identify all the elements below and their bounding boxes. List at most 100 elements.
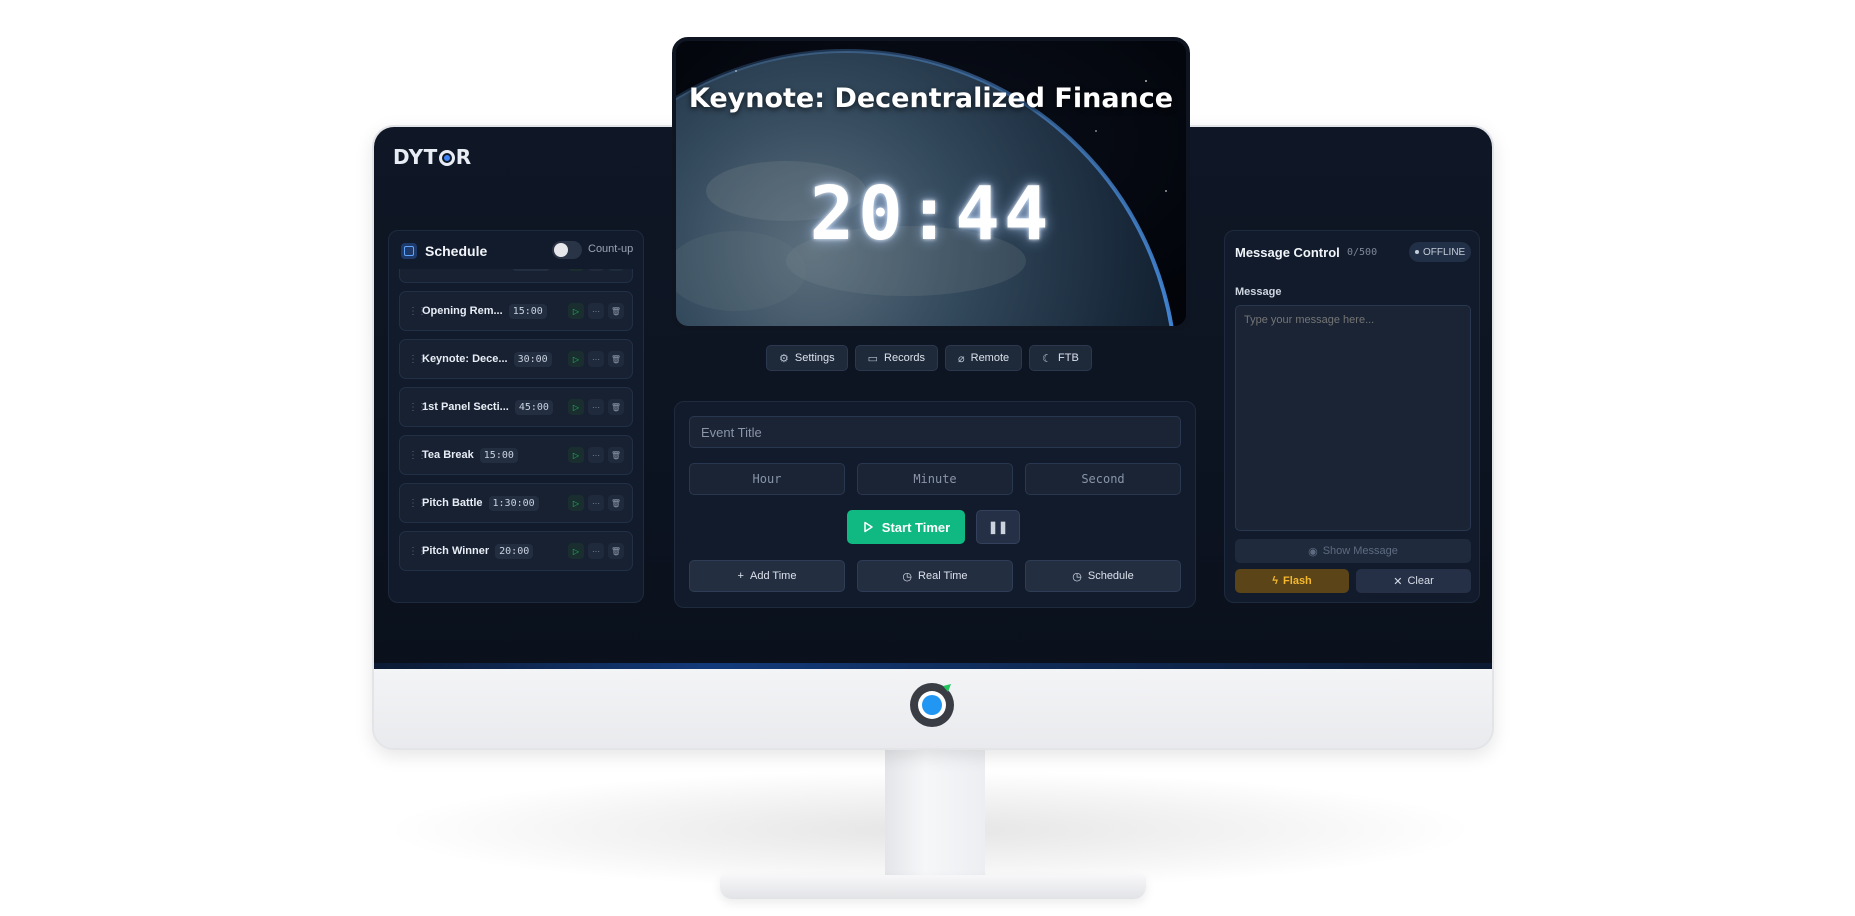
page: DYT R Schedule Count-up ⋮⋮Registration &… bbox=[0, 0, 1855, 916]
schedule-panel: Schedule Count-up ⋮⋮Registration &...15:… bbox=[388, 230, 644, 603]
preview-event-title: Keynote: Decentralized Finance bbox=[688, 83, 1174, 114]
schedule-item-actions: ▷···🗑 bbox=[568, 399, 624, 415]
schedule-item-actions: ▷···🗑 bbox=[568, 351, 624, 367]
schedule-item-name: 1st Panel Secti... bbox=[422, 401, 509, 413]
play-icon bbox=[864, 521, 873, 533]
schedule-item-name: Pitch Winner bbox=[422, 545, 490, 557]
schedule-item[interactable]: ⋮⋮Registration &...15:00▷···🗑 bbox=[399, 269, 633, 283]
schedule-item-actions: ▷···🗑 bbox=[568, 447, 624, 463]
schedule-item-actions: ▷···🗑 bbox=[568, 303, 624, 319]
pause-button[interactable]: ❚❚ bbox=[976, 510, 1020, 544]
trash-icon[interactable]: 🗑 bbox=[608, 495, 624, 511]
second-input[interactable]: Second bbox=[1025, 463, 1181, 495]
play-icon[interactable]: ▷ bbox=[568, 399, 584, 415]
more-icon[interactable]: ··· bbox=[588, 269, 604, 271]
brand-logo-icon bbox=[910, 683, 954, 727]
plus-icon: + bbox=[737, 570, 744, 582]
settings-button[interactable]: ⚙ Settings bbox=[766, 345, 848, 371]
minute-input[interactable]: Minute bbox=[857, 463, 1013, 495]
drag-handle-icon[interactable]: ⋮⋮ bbox=[408, 306, 427, 317]
remote-button[interactable]: ⌀ Remote bbox=[945, 345, 1023, 371]
drag-handle-icon[interactable]: ⋮⋮ bbox=[408, 354, 427, 365]
moon-icon: ☾ bbox=[1042, 352, 1053, 365]
play-icon[interactable]: ▷ bbox=[568, 303, 584, 319]
monitor-stand-neck bbox=[885, 748, 985, 888]
add-time-label: Add Time bbox=[749, 570, 797, 582]
records-button[interactable]: ▭ Records bbox=[854, 345, 938, 371]
trash-icon[interactable]: 🗑 bbox=[608, 447, 624, 463]
schedule-item[interactable]: ⋮⋮ Tea Break 15:00 ▷ ··· 🗑 bbox=[399, 435, 633, 475]
ftb-button[interactable]: ☾ FTB bbox=[1029, 345, 1092, 371]
show-message-label: Show Message bbox=[1322, 545, 1398, 557]
schedule-button[interactable]: ◷ Schedule bbox=[1025, 560, 1181, 592]
timer-preview: Keynote: Decentralized Finance 20:44 bbox=[672, 37, 1190, 330]
real-time-label: Real Time bbox=[918, 570, 968, 582]
add-time-button[interactable]: + Add Time bbox=[689, 560, 845, 592]
schedule-item[interactable]: ⋮⋮ Pitch Battle 1:30:00 ▷ ··· 🗑 bbox=[399, 483, 633, 523]
display-toolbar: ⚙ Settings ▭ Records ⌀ Remote ☾ FTB bbox=[766, 345, 1092, 371]
show-message-button[interactable]: ◉ Show Message bbox=[1235, 539, 1471, 563]
message-textarea[interactable] bbox=[1235, 305, 1471, 531]
brand-o-icon bbox=[438, 150, 455, 166]
event-title-input[interactable]: Event Title bbox=[689, 416, 1181, 448]
schedule-item-time: 15:00 bbox=[479, 447, 518, 463]
more-icon[interactable]: ··· bbox=[588, 303, 604, 319]
schedule-list[interactable]: ⋮⋮Registration &...15:00▷···🗑⋮⋮Opening R… bbox=[399, 269, 635, 599]
message-control-panel: Message Control 0/500 OFFLINE Message ◉ S… bbox=[1224, 230, 1480, 603]
more-icon[interactable]: ··· bbox=[588, 495, 604, 511]
start-timer-button[interactable]: Start Timer bbox=[847, 510, 965, 544]
trash-icon[interactable]: 🗑 bbox=[608, 269, 624, 271]
status-dot bbox=[1415, 250, 1419, 254]
toggle-knob bbox=[554, 243, 568, 257]
trash-icon[interactable]: 🗑 bbox=[608, 303, 624, 319]
trash-icon[interactable]: 🗑 bbox=[608, 399, 624, 415]
monitor-stand-foot bbox=[720, 875, 1146, 899]
clear-button[interactable]: ✕ Clear bbox=[1356, 569, 1471, 593]
more-icon[interactable]: ··· bbox=[588, 399, 604, 415]
more-icon[interactable]: ··· bbox=[588, 447, 604, 463]
drag-handle-icon[interactable]: ⋮⋮ bbox=[408, 546, 427, 557]
clock-icon: ◷ bbox=[1072, 570, 1082, 583]
schedule-item-actions: ▷···🗑 bbox=[568, 495, 624, 511]
schedule-item[interactable]: ⋮⋮ Opening Rem... 15:00 ▷ ··· 🗑 bbox=[399, 291, 633, 331]
count-up-label: Count-up bbox=[588, 243, 634, 255]
preview-clock: 20:44 bbox=[809, 171, 1053, 257]
schedule-item-time: 20:00 bbox=[495, 543, 534, 559]
calendar-icon bbox=[401, 243, 417, 259]
hour-input[interactable]: Hour bbox=[689, 463, 845, 495]
play-icon[interactable]: ▷ bbox=[568, 495, 584, 511]
schedule-item[interactable]: ⋮⋮ Pitch Winner 20:00 ▷ ··· 🗑 bbox=[399, 531, 633, 571]
schedule-item-name: Opening Rem... bbox=[422, 305, 503, 317]
play-icon[interactable]: ▷ bbox=[568, 447, 584, 463]
schedule-item-name: Tea Break bbox=[422, 449, 474, 461]
schedule-item-time: 45:00 bbox=[514, 399, 553, 415]
play-icon[interactable]: ▷ bbox=[568, 269, 584, 271]
play-icon[interactable]: ▷ bbox=[568, 543, 584, 559]
more-icon[interactable]: ··· bbox=[588, 543, 604, 559]
records-label: Records bbox=[884, 352, 925, 364]
count-up-toggle[interactable] bbox=[552, 241, 582, 259]
drag-handle-icon[interactable]: ⋮⋮ bbox=[408, 450, 427, 461]
trash-icon[interactable]: 🗑 bbox=[608, 543, 624, 559]
schedule-item-time: 15:00 bbox=[512, 269, 551, 271]
drag-handle-icon[interactable]: ⋮⋮ bbox=[408, 402, 427, 413]
brand-name-left: DYT bbox=[393, 145, 438, 169]
schedule-item-actions: ▷ ··· 🗑 bbox=[568, 269, 624, 271]
more-icon[interactable]: ··· bbox=[588, 351, 604, 367]
calendar-icon: ▭ bbox=[867, 352, 879, 365]
drag-handle-icon[interactable]: ⋮⋮ bbox=[408, 498, 427, 509]
schedule-item[interactable]: ⋮⋮ 1st Panel Secti... 45:00 ▷ ··· 🗑 bbox=[399, 387, 633, 427]
flash-button[interactable]: ϟ Flash bbox=[1235, 569, 1349, 593]
schedule-item-actions: ▷···🗑 bbox=[568, 543, 624, 559]
trash-icon[interactable]: 🗑 bbox=[608, 351, 624, 367]
schedule-title: Schedule bbox=[425, 243, 488, 259]
play-icon[interactable]: ▷ bbox=[568, 351, 584, 367]
schedule-item-time: 1:30:00 bbox=[488, 495, 539, 511]
clock-icon: ◷ bbox=[902, 570, 913, 583]
real-time-button[interactable]: ◷ Real Time bbox=[857, 560, 1013, 592]
wifi-off-icon: ⌀ bbox=[958, 352, 965, 365]
ftb-label: FTB bbox=[1058, 352, 1079, 364]
eye-icon: ◉ bbox=[1308, 545, 1318, 558]
flash-label: Flash bbox=[1283, 575, 1312, 587]
schedule-item[interactable]: ⋮⋮ Keynote: Dece... 30:00 ▷ ··· 🗑 bbox=[399, 339, 633, 379]
